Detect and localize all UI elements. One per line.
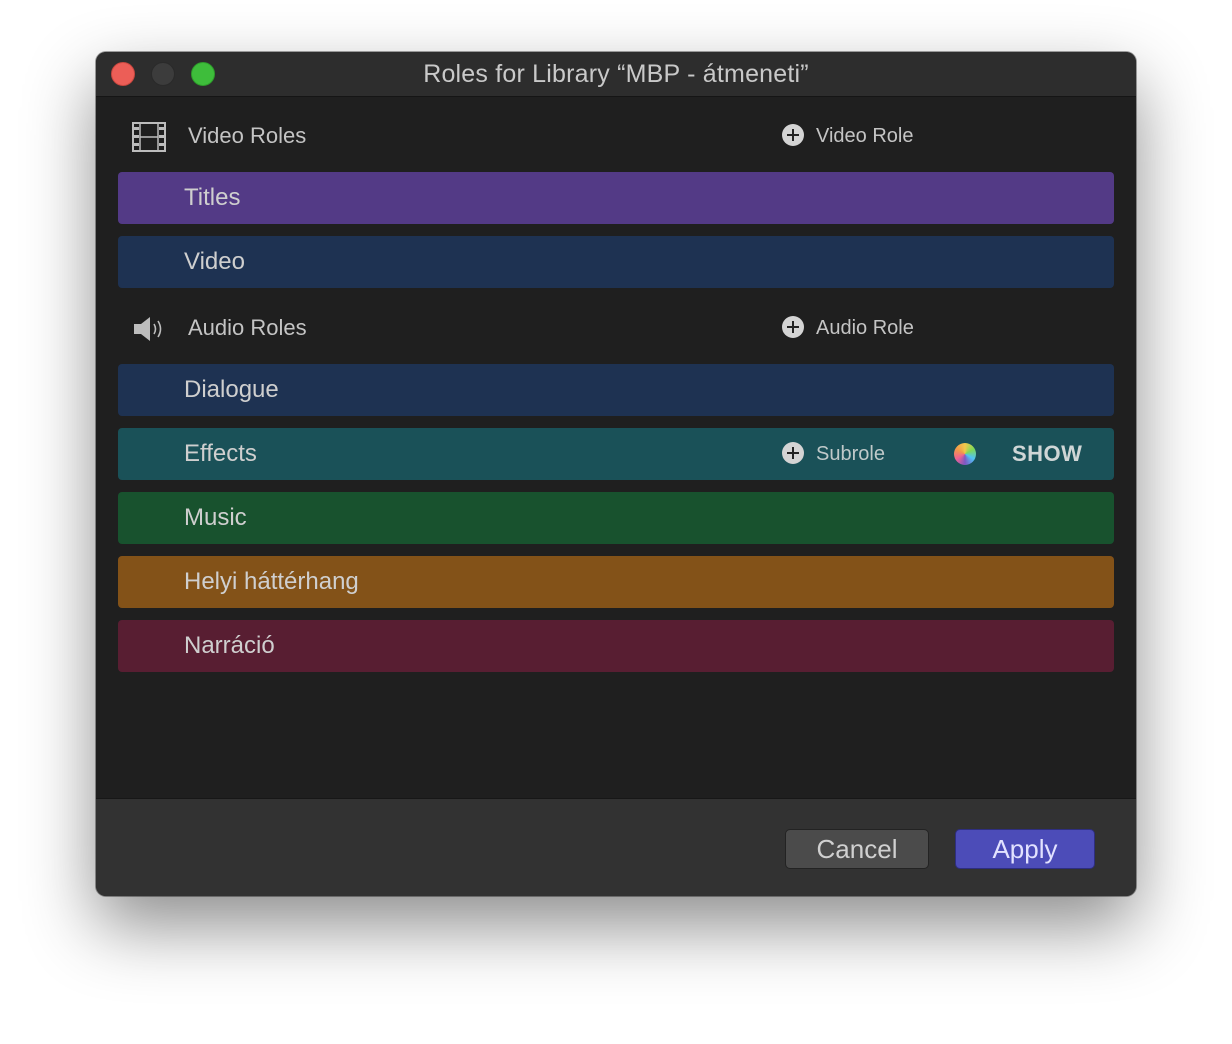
- cancel-button[interactable]: Cancel: [785, 829, 929, 869]
- role-label: Helyi háttérhang: [184, 568, 359, 595]
- role-label: Music: [184, 504, 247, 531]
- show-subroles-button[interactable]: SHOW: [1012, 428, 1082, 480]
- add-audio-role-label: Audio Role: [816, 317, 914, 339]
- role-row-helyi-hatterhang[interactable]: Helyi háttérhang: [118, 556, 1114, 608]
- role-row-narracio[interactable]: Narráció: [118, 620, 1114, 672]
- role-row-video[interactable]: Video: [118, 236, 1114, 288]
- video-roles-header: Video Roles Video Role: [96, 106, 1136, 166]
- roles-dialog: Roles for Library “MBP - átmeneti” Video…: [96, 52, 1136, 896]
- role-row-music[interactable]: Music: [118, 492, 1114, 544]
- plus-circle-icon: [782, 315, 804, 338]
- add-audio-role-button[interactable]: Audio Role: [782, 298, 914, 358]
- add-subrole-label: Subrole: [816, 443, 885, 465]
- role-label: Dialogue: [184, 376, 279, 403]
- window-title: Roles for Library “MBP - átmeneti”: [423, 60, 809, 88]
- add-video-role-button[interactable]: Video Role: [782, 106, 913, 166]
- role-label: Video: [184, 248, 245, 275]
- plus-circle-icon: [782, 123, 804, 146]
- color-wheel-icon[interactable]: [954, 443, 976, 465]
- add-subrole-button[interactable]: Subrole: [782, 428, 885, 480]
- add-video-role-label: Video Role: [816, 125, 914, 147]
- role-label: Titles: [184, 184, 241, 211]
- audio-roles-header: Audio Roles Audio Role: [96, 298, 1136, 358]
- role-label: Narráció: [184, 632, 275, 659]
- apply-button[interactable]: Apply: [955, 829, 1095, 869]
- video-roles-label: Video Roles: [188, 123, 307, 148]
- dialog-footer: Cancel Apply: [96, 798, 1136, 896]
- role-row-titles[interactable]: Titles: [118, 172, 1114, 224]
- speaker-icon: [134, 317, 162, 341]
- plus-circle-icon: [782, 441, 804, 464]
- role-row-effects[interactable]: Effects Subrole SHOW: [118, 428, 1114, 480]
- title-bar: Roles for Library “MBP - átmeneti”: [96, 52, 1136, 97]
- film-strip-icon: [132, 122, 166, 152]
- audio-roles-label: Audio Roles: [188, 315, 307, 340]
- role-row-dialogue[interactable]: Dialogue: [118, 364, 1114, 416]
- role-label: Effects: [184, 440, 257, 467]
